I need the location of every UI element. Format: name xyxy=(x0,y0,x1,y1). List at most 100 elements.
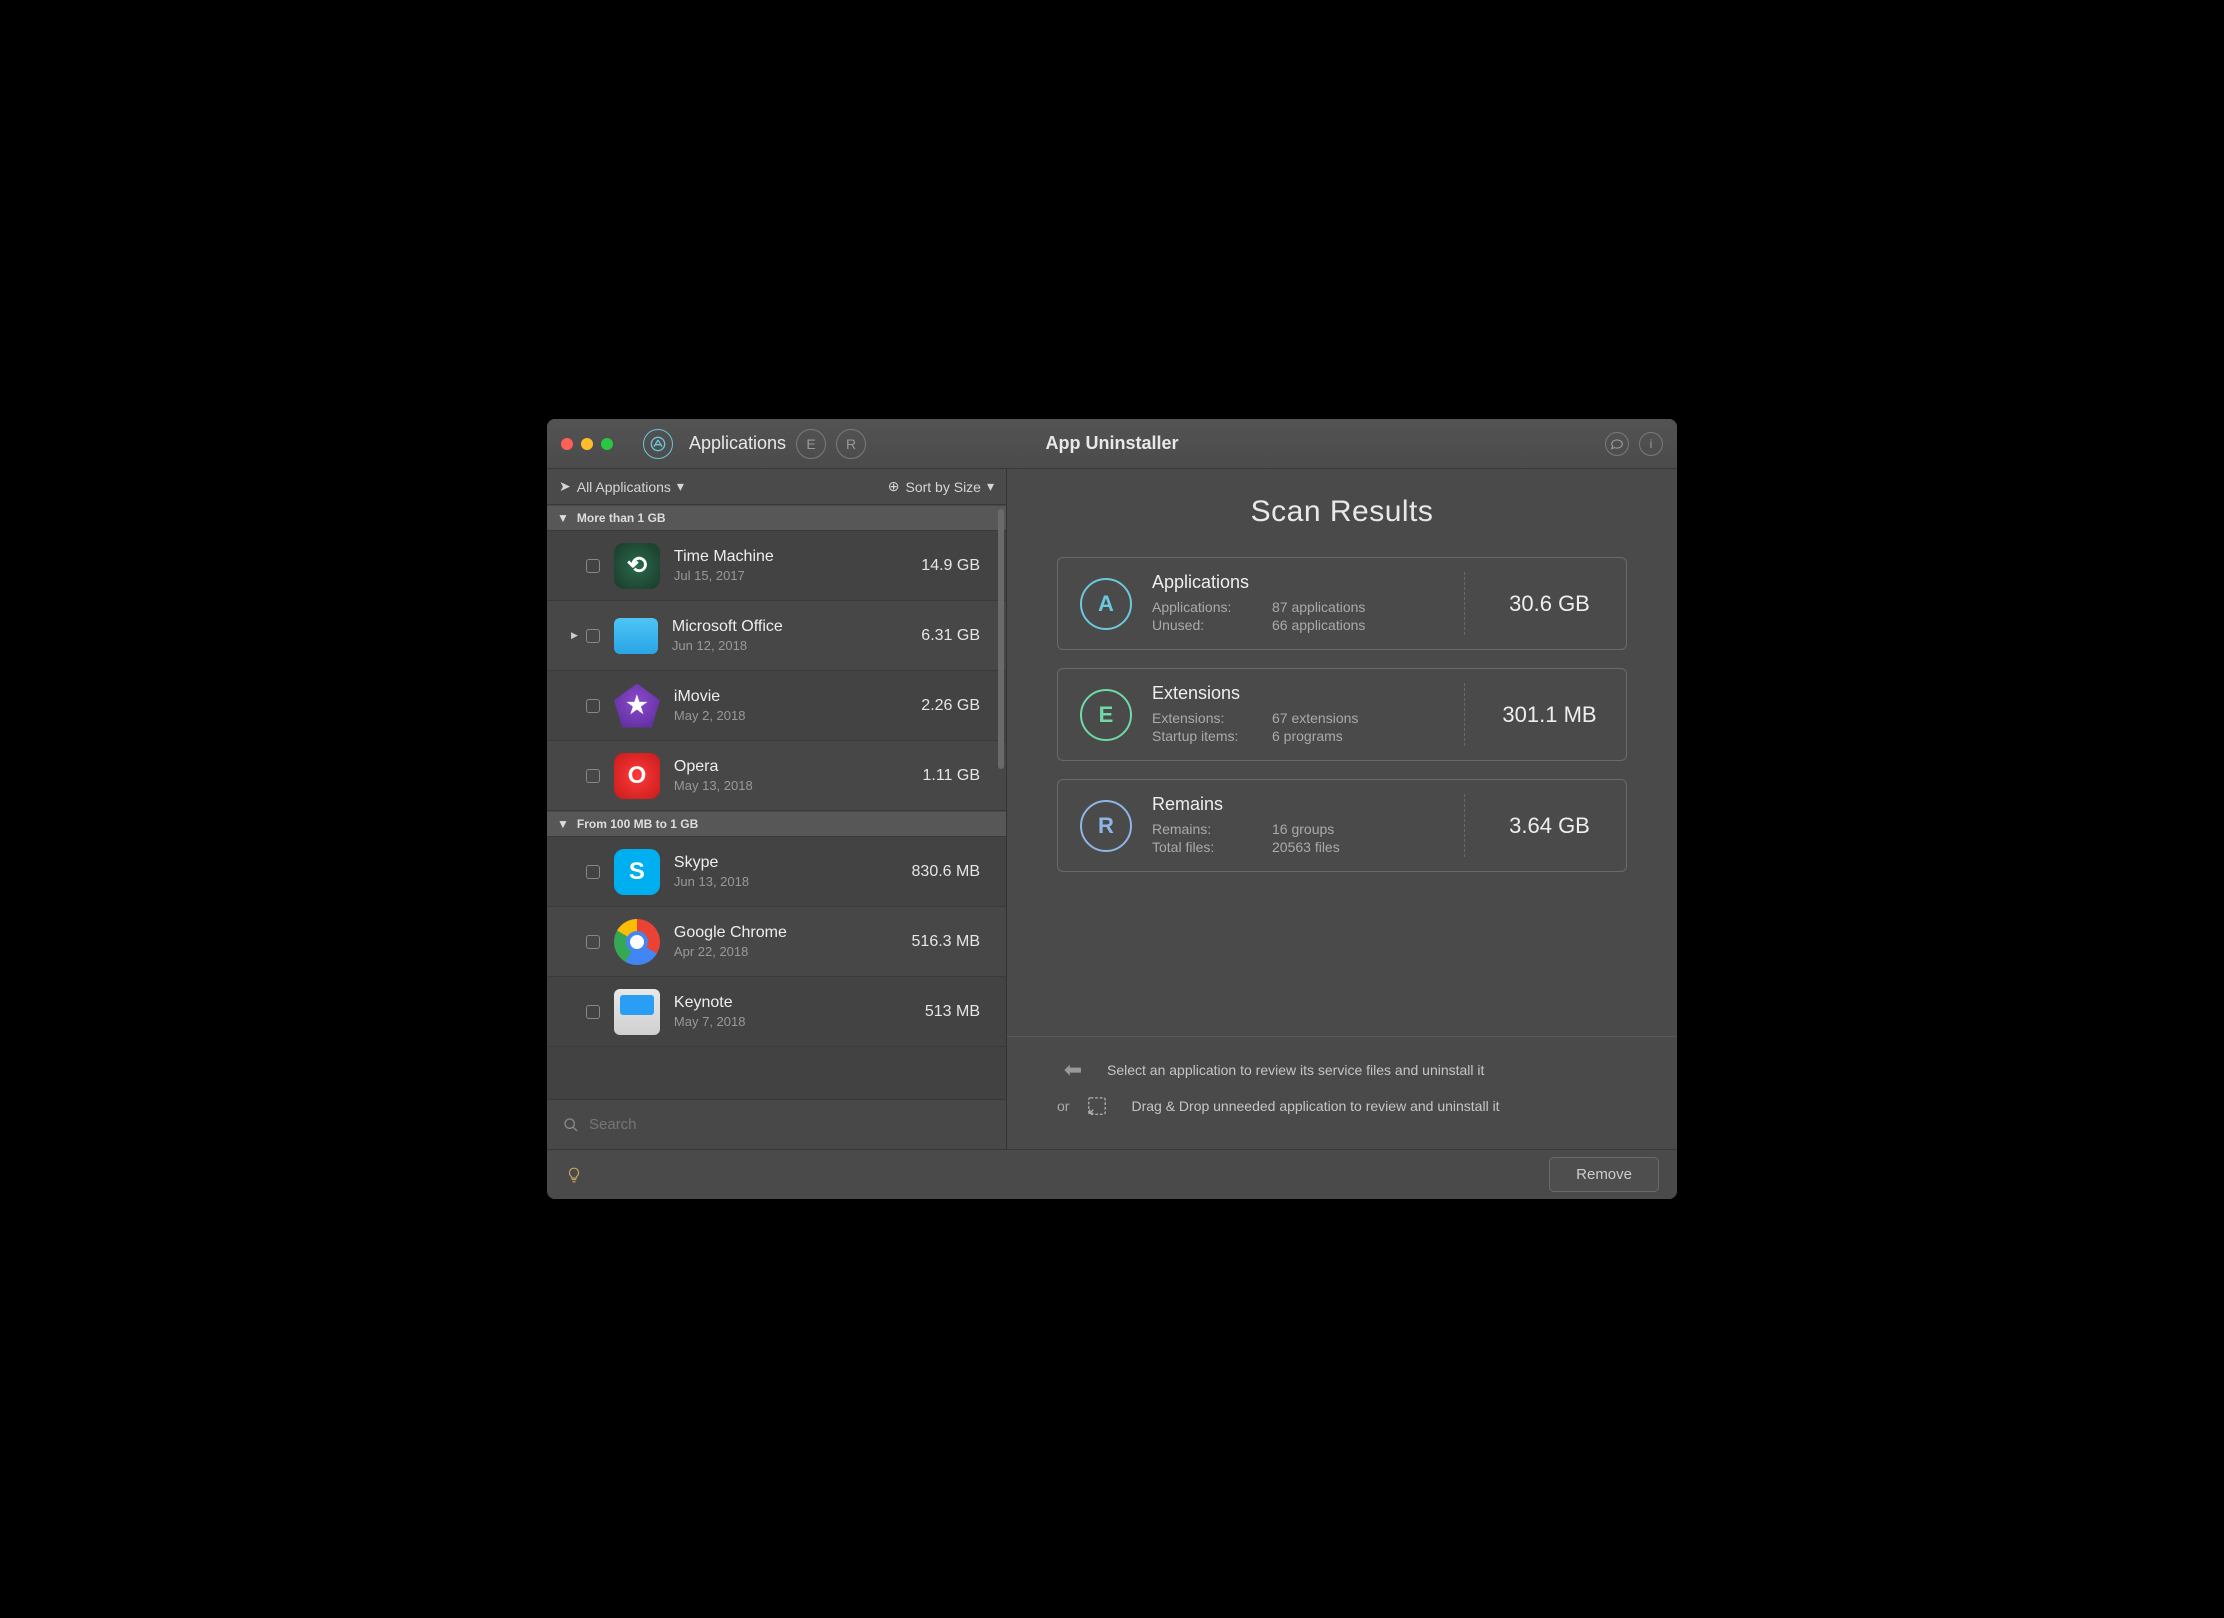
stat-key: Total files: xyxy=(1152,839,1272,855)
app-row[interactable]: ▶ Microsoft Office Jun 12, 2018 6.31 GB xyxy=(547,601,1006,671)
app-name: Google Chrome xyxy=(674,924,898,942)
app-checkbox[interactable] xyxy=(586,935,600,949)
app-row[interactable]: ▶OOperaMay 13, 20181.11 GB xyxy=(547,741,1006,811)
card-title: Applications xyxy=(1152,572,1444,593)
app-row[interactable]: ▶⟲Time MachineJul 15, 201714.9 GB xyxy=(547,531,1006,601)
card-icon: A xyxy=(1080,578,1132,630)
app-date: Jun 12, 2018 xyxy=(672,638,907,653)
app-date: Jul 15, 2017 xyxy=(674,568,907,583)
app-meta: Microsoft Office Jun 12, 2018 xyxy=(672,618,907,653)
app-size: 2.26 GB xyxy=(921,697,980,715)
app-checkbox[interactable] xyxy=(586,699,600,713)
expand-icon[interactable]: ▶ xyxy=(571,630,578,641)
stat-value: 20563 files xyxy=(1272,839,1340,855)
stat-key: Extensions: xyxy=(1152,710,1272,726)
app-name: Opera xyxy=(674,758,909,776)
filter-bar: ➤ All Applications ▾ ⊕ Sort by Size ▾ xyxy=(547,469,1006,505)
app-row[interactable]: ▶Google ChromeApr 22, 2018516.3 MB xyxy=(547,907,1006,977)
search-bar xyxy=(547,1099,1006,1149)
feedback-button[interactable] xyxy=(1605,432,1629,456)
app-date: May 13, 2018 xyxy=(674,778,909,793)
chevron-down-icon: ▾ xyxy=(987,478,994,495)
result-card[interactable]: E Extensions Extensions:67 extensionsStart… xyxy=(1057,668,1627,761)
group-header[interactable]: ▼More than 1 GB xyxy=(547,505,1006,531)
filter-scope-dropdown[interactable]: ➤ All Applications ▾ xyxy=(559,478,684,495)
sort-icon: ⊕ xyxy=(888,478,900,495)
app-meta: KeynoteMay 7, 2018 xyxy=(674,994,911,1029)
app-checkbox[interactable] xyxy=(586,629,600,643)
card-info: Extensions Extensions:67 extensionsStartu… xyxy=(1152,683,1444,746)
card-icon: E xyxy=(1080,689,1132,741)
app-size: 516.3 MB xyxy=(912,933,980,951)
app-checkbox[interactable] xyxy=(586,769,600,783)
card-title: Extensions xyxy=(1152,683,1444,704)
drag-drop-icon xyxy=(1081,1095,1113,1117)
card-icon: R xyxy=(1080,800,1132,852)
app-name: Skype xyxy=(674,854,898,872)
app-checkbox[interactable] xyxy=(586,1005,600,1019)
app-date: May 7, 2018 xyxy=(674,1014,911,1029)
app-row[interactable]: ▶KeynoteMay 7, 2018513 MB xyxy=(547,977,1006,1047)
search-icon xyxy=(563,1117,579,1133)
app-size: 6.31 GB xyxy=(921,627,980,645)
location-icon: ➤ xyxy=(559,478,571,495)
app-date: Jun 13, 2018 xyxy=(674,874,898,889)
chevron-down-icon: ▾ xyxy=(677,478,684,495)
app-row[interactable]: ▶SSkypeJun 13, 2018830.6 MB xyxy=(547,837,1006,907)
tab-remains-icon[interactable]: R xyxy=(836,429,866,459)
app-meta: Google Chrome Apr 22, 2018 xyxy=(674,924,898,959)
section-tabs: Applications E R xyxy=(643,429,866,459)
card-size: 3.64 GB xyxy=(1464,794,1604,857)
disclosure-icon: ▼ xyxy=(557,817,569,831)
app-checkbox[interactable] xyxy=(586,865,600,879)
close-button[interactable] xyxy=(561,438,573,450)
traffic-lights xyxy=(561,438,613,450)
app-name: Time Machine xyxy=(674,548,907,566)
app-checkbox[interactable] xyxy=(586,559,600,573)
card-info: Remains Remains:16 groupsTotal files:2056… xyxy=(1152,794,1444,857)
sidebar: ➤ All Applications ▾ ⊕ Sort by Size ▾ ▼M… xyxy=(547,469,1007,1149)
app-row[interactable]: ▶★iMovieMay 2, 20182.26 GB xyxy=(547,671,1006,741)
stat-key: Remains: xyxy=(1152,821,1272,837)
hint-or: or xyxy=(1057,1098,1069,1114)
stat-value: 16 groups xyxy=(1272,821,1334,837)
card-size: 30.6 GB xyxy=(1464,572,1604,635)
group-header[interactable]: ▼From 100 MB to 1 GB xyxy=(547,811,1006,837)
app-name: iMovie xyxy=(674,688,907,706)
app-icon xyxy=(614,989,660,1035)
card-title: Remains xyxy=(1152,794,1444,815)
app-name: Microsoft Office xyxy=(672,618,907,636)
app-icon xyxy=(614,618,658,654)
remove-button[interactable]: Remove xyxy=(1549,1157,1659,1192)
app-meta: Skype Jun 13, 2018 xyxy=(674,854,898,889)
stat-key: Startup items: xyxy=(1152,728,1272,744)
results-title: Scan Results xyxy=(1057,495,1627,529)
filter-scope-label: All Applications xyxy=(577,479,671,495)
arrow-left-icon: ⬅ xyxy=(1057,1057,1089,1083)
app-meta: Opera May 13, 2018 xyxy=(674,758,909,793)
tab-extensions-icon[interactable]: E xyxy=(796,429,826,459)
tab-applications-icon[interactable] xyxy=(643,429,673,459)
app-list[interactable]: ▼More than 1 GB ▶ ⟲ Time Machine Jul 15, 201… xyxy=(547,505,1006,1099)
minimize-button[interactable] xyxy=(581,438,593,450)
result-card[interactable]: R Remains Remains:16 groupsTotal files:205… xyxy=(1057,779,1627,872)
tips-icon[interactable] xyxy=(565,1166,583,1184)
stat-key: Applications: xyxy=(1152,599,1272,615)
search-input[interactable] xyxy=(589,1116,990,1133)
app-icon: ⟲ xyxy=(614,543,660,589)
hint-panel: ⬅ Select an application to review its se… xyxy=(1007,1036,1677,1149)
app-size: 14.9 GB xyxy=(921,557,980,575)
stat-value: 67 extensions xyxy=(1272,710,1358,726)
scrollbar[interactable] xyxy=(998,509,1004,769)
tab-applications-label[interactable]: Applications xyxy=(689,433,786,454)
app-meta: Time Machine Jul 15, 2017 xyxy=(674,548,907,583)
sort-dropdown[interactable]: ⊕ Sort by Size ▾ xyxy=(888,478,994,495)
stat-value: 87 applications xyxy=(1272,599,1365,615)
app-meta: iMovieMay 2, 2018 xyxy=(674,688,907,723)
app-date: Apr 22, 2018 xyxy=(674,944,898,959)
info-button[interactable]: i xyxy=(1639,432,1663,456)
app-icon: O xyxy=(614,753,660,799)
result-card[interactable]: A Applications Applications:87 application… xyxy=(1057,557,1627,650)
app-size: 830.6 MB xyxy=(912,863,980,881)
zoom-button[interactable] xyxy=(601,438,613,450)
